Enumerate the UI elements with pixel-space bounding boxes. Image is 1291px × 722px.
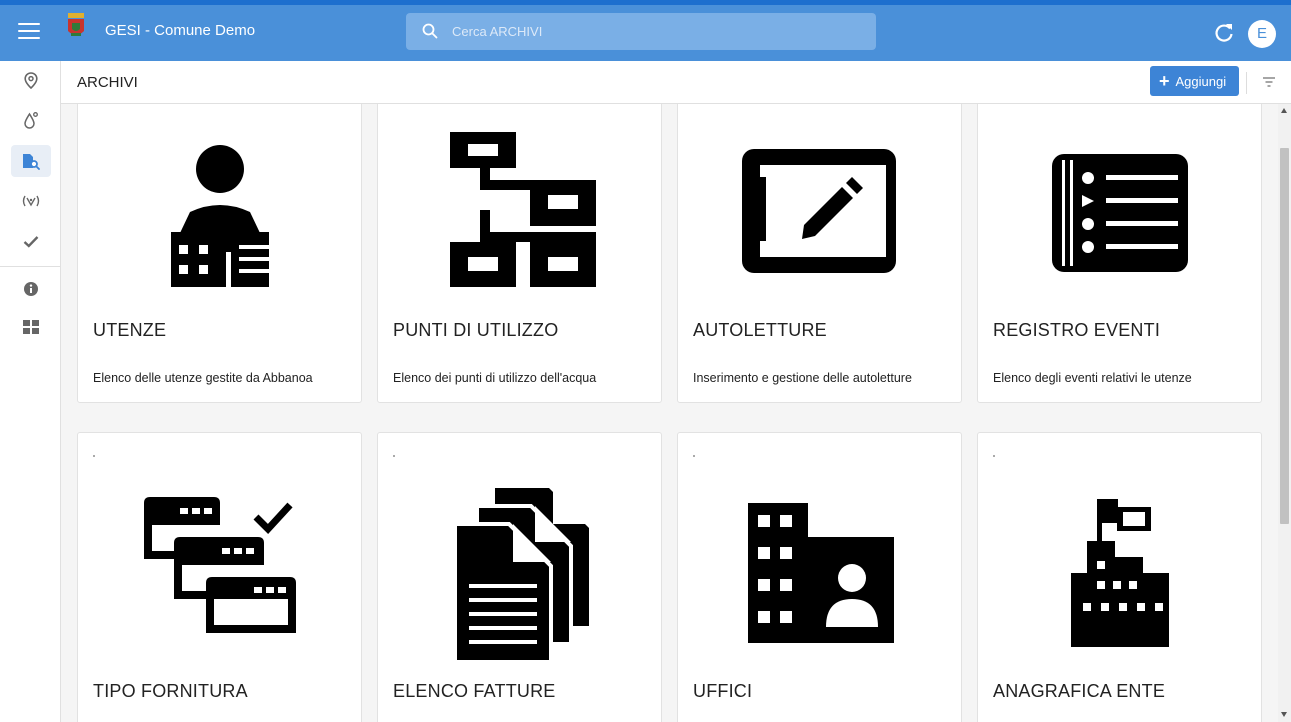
stacked-windows-check-icon <box>143 497 296 633</box>
search-icon <box>422 23 438 39</box>
card-description: Elenco dei punti di utilizzo dell'acqua <box>393 371 597 385</box>
top-bar: GESI - Comune Demo E <box>0 0 1291 61</box>
office-person-icon <box>747 503 894 643</box>
user-avatar[interactable]: E <box>1248 20 1276 48</box>
sidebar-item-meters[interactable] <box>11 185 51 217</box>
sidebar-item-water[interactable] <box>11 104 51 136</box>
location-pin-icon <box>24 71 38 89</box>
add-button-label: Aggiungi <box>1175 73 1227 89</box>
content-scrollbar[interactable] <box>1278 104 1291 722</box>
sidebar-item-archives[interactable] <box>11 145 51 177</box>
sidebar-item-locations[interactable] <box>11 64 51 96</box>
hierarchy-icon <box>449 132 596 287</box>
card-autoletture[interactable]: AUTOLETTURE Inserimento e gestione delle… <box>677 104 962 403</box>
search-input[interactable] <box>452 13 852 50</box>
tablet-edit-icon <box>741 149 896 273</box>
card-anagrafica-ente[interactable]: ANAGRAFICA ENTE <box>977 432 1262 722</box>
municipality-crest-icon <box>68 13 84 36</box>
card-utenze[interactable]: UTENZE Elenco delle utenze gestite da Ab… <box>77 104 362 403</box>
card-description: Elenco delle utenze gestite da Abbanoa <box>93 371 313 385</box>
card-title: REGISTRO EVENTI <box>993 320 1161 340</box>
header-separator <box>1246 72 1247 94</box>
card-punti-di-utilizzo[interactable]: PUNTI DI UTILIZZO Elenco dei punti di ut… <box>377 104 662 403</box>
card-title: PUNTI DI UTILIZZO <box>393 320 559 340</box>
check-icon <box>23 235 39 248</box>
page-header: ARCHIVI + Aggiungi <box>61 61 1291 104</box>
documents-icon <box>452 488 589 663</box>
info-icon <box>24 282 38 296</box>
card-title: AUTOLETTURE <box>693 320 827 340</box>
hamburger-menu-icon[interactable] <box>18 23 40 43</box>
app-title[interactable]: GESI - Comune Demo <box>105 22 255 39</box>
meter-signal-icon <box>22 195 40 207</box>
sidebar <box>0 61 61 722</box>
card-uffici[interactable]: UFFICI <box>677 432 962 722</box>
sidebar-divider <box>0 266 60 267</box>
page-title: ARCHIVI <box>77 74 138 91</box>
card-title: ANAGRAFICA ENTE <box>993 681 1166 701</box>
card-elenco-fatture[interactable]: ELENCO FATTURE <box>377 432 662 722</box>
plus-icon: + <box>1159 71 1170 91</box>
search-bar[interactable] <box>406 13 876 50</box>
archive-cards-grid: UTENZE Elenco delle utenze gestite da Ab… <box>61 104 1278 722</box>
scroll-up-arrow-icon[interactable] <box>1281 108 1287 113</box>
card-description: Inserimento e gestione delle autoletture <box>693 371 912 385</box>
sidebar-item-info[interactable] <box>11 273 51 305</box>
card-registro-eventi[interactable]: REGISTRO EVENTI Elenco degli eventi rela… <box>977 104 1262 403</box>
add-button[interactable]: + Aggiungi <box>1150 66 1239 96</box>
event-list-icon <box>1051 154 1188 272</box>
card-title: ELENCO FATTURE <box>393 681 556 701</box>
sidebar-item-tasks[interactable] <box>11 225 51 257</box>
sidebar-item-dashboard[interactable] <box>11 311 51 343</box>
scroll-thumb[interactable] <box>1280 148 1289 524</box>
card-title: TIPO FORNITURA <box>93 681 248 701</box>
filter-icon[interactable] <box>1262 75 1276 89</box>
building-flag-icon <box>1070 499 1169 647</box>
water-drop-icon <box>24 112 38 129</box>
card-title: UTENZE <box>93 320 167 340</box>
card-title: UFFICI <box>693 681 753 701</box>
refresh-icon[interactable] <box>1213 22 1235 44</box>
archive-search-icon <box>23 153 40 170</box>
card-tipo-fornitura[interactable]: TIPO FORNITURA <box>77 432 362 722</box>
scroll-down-arrow-icon[interactable] <box>1281 712 1287 717</box>
card-description: Elenco degli eventi relativi le utenze <box>993 371 1192 385</box>
grid-icon <box>23 320 39 334</box>
user-buildings-icon <box>170 145 269 287</box>
